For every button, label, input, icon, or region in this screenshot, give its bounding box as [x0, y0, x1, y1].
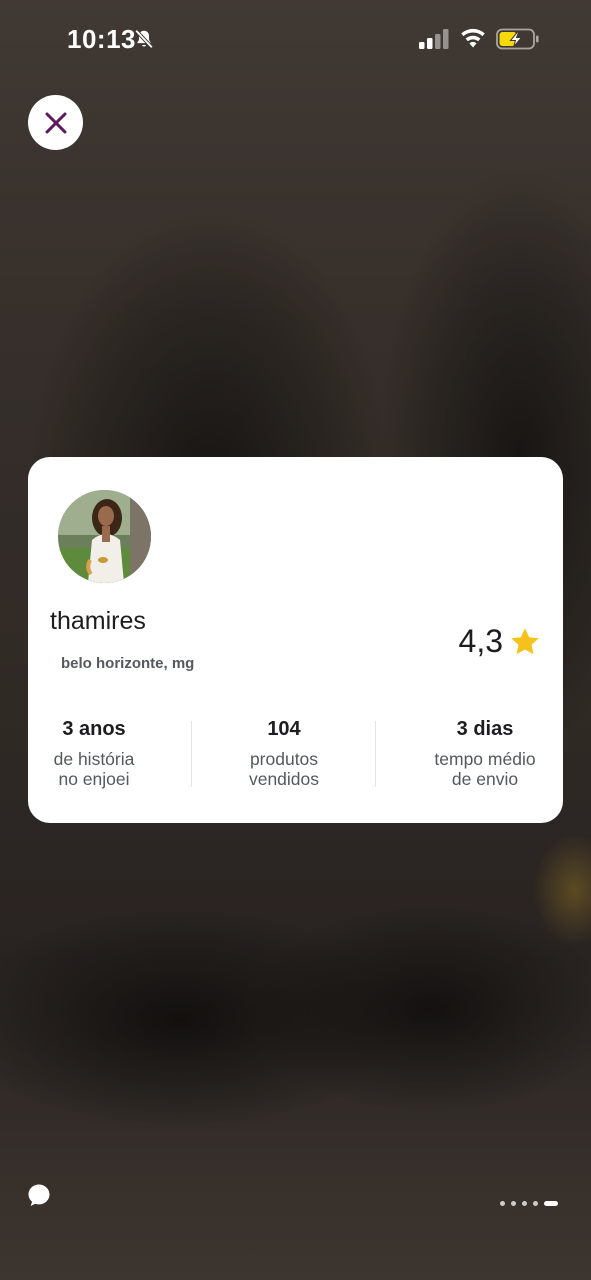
story-page-indicator — [500, 1200, 558, 1206]
seller-rating: 4,3 — [459, 623, 541, 660]
stat-description: de história no enjoei — [53, 749, 135, 789]
page-dot — [522, 1200, 527, 1206]
seller-location: belo horizonte, mg — [61, 655, 195, 672]
page-dot — [511, 1200, 516, 1206]
stat-description: produtos vendidos — [248, 749, 320, 789]
page-dot — [533, 1200, 538, 1206]
chat-bubble-icon[interactable] — [27, 1183, 51, 1207]
stat-description: tempo médio de envio — [434, 749, 536, 789]
avatar[interactable] — [58, 490, 151, 583]
stat-shipping-time: 3 dias tempo médio de envio — [405, 715, 565, 789]
seller-name: thamires — [50, 607, 146, 635]
status-time: 10:13 — [67, 24, 136, 54]
stat-value: 3 anos — [62, 718, 126, 740]
wifi-icon — [459, 27, 487, 49]
stat-value: 104 — [267, 718, 301, 740]
bell-slash-icon — [133, 28, 155, 50]
battery-charging-icon — [496, 28, 540, 50]
page-dot — [500, 1200, 505, 1206]
seller-profile-card: thamires belo horizonte, mg 4,3 3 anos d… — [28, 457, 563, 823]
status-bar: 10:13 — [0, 0, 591, 80]
stat-divider — [191, 721, 192, 787]
stat-divider — [375, 721, 376, 787]
rating-value: 4,3 — [458, 623, 503, 659]
page-dot-active — [544, 1200, 558, 1206]
seller-stats: 3 anos de história no enjoei 104 produto… — [28, 715, 563, 790]
star-icon — [511, 627, 539, 654]
stat-value: 3 dias — [456, 718, 514, 740]
close-icon — [45, 112, 66, 133]
close-button[interactable] — [28, 95, 83, 150]
stat-history: 3 anos de história no enjoei — [14, 715, 174, 789]
cellular-signal-icon — [419, 29, 451, 49]
stat-products-sold: 104 produtos vendidos — [204, 715, 364, 789]
